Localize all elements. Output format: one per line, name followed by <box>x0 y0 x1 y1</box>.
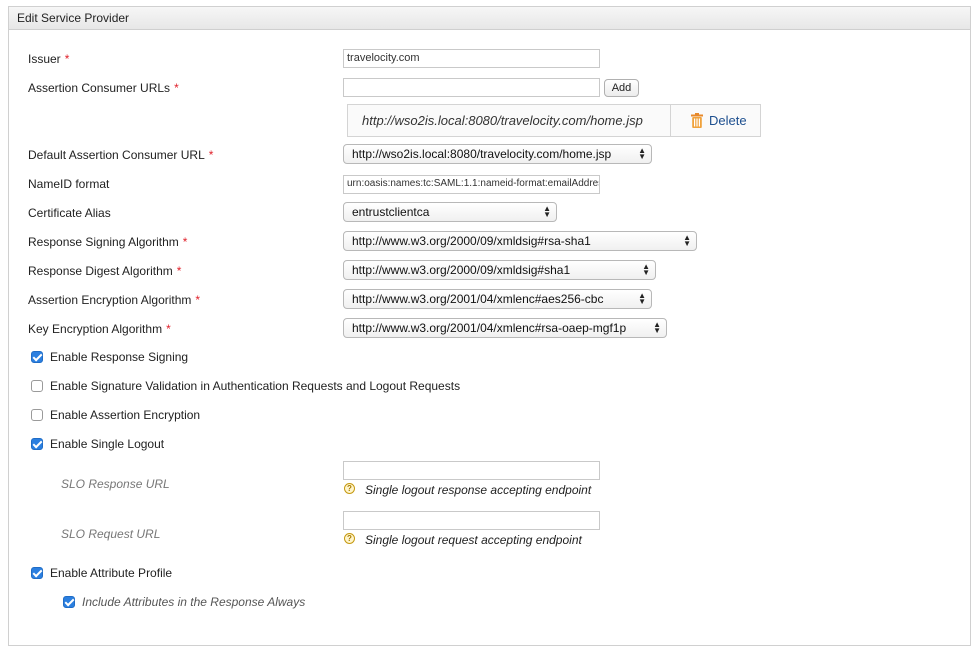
enable-single-logout-label: Enable Single Logout <box>50 437 165 451</box>
acs-urls-label: Assertion Consumer URLs * <box>28 81 179 95</box>
resp-sign-alg-label: Response Signing Algorithm * <box>28 235 188 249</box>
slo-request-url-label: SLO Request URL <box>61 527 161 541</box>
panel-header: Edit Service Provider <box>9 7 970 30</box>
trash-icon <box>691 113 703 128</box>
cert-alias-label: Certificate Alias <box>28 206 111 220</box>
enable-signature-validation-checkbox[interactable] <box>31 380 43 392</box>
slo-response-url-hint: Single logout response accepting endpoin… <box>365 483 592 497</box>
enable-assertion-encryption-checkbox[interactable] <box>31 409 43 421</box>
add-acs-url-button[interactable]: Add <box>604 79 639 97</box>
assert-enc-alg-label: Assertion Encryption Algorithm * <box>28 293 201 307</box>
help-icon: ? <box>344 533 355 544</box>
enable-single-logout-checkbox[interactable] <box>31 438 43 450</box>
slo-response-url-label: SLO Response URL <box>61 477 170 491</box>
enable-response-signing-label: Enable Response Signing <box>50 350 189 364</box>
cert-alias-select[interactable]: entrustclientca ▲ ▼ <box>343 202 557 222</box>
panel-title: Edit Service Provider <box>17 11 130 25</box>
acs-url-table: http://wso2is.local:8080/travelocity.com… <box>347 104 761 137</box>
select-arrows-icon: ▲ ▼ <box>642 262 650 277</box>
select-arrows-icon: ▲ ▼ <box>638 291 646 306</box>
include-attributes-checkbox[interactable] <box>63 596 75 608</box>
delete-label: Delete <box>709 113 747 128</box>
nameid-input[interactable]: urn:oasis:names:tc:SAML:1.1:nameid-forma… <box>343 175 600 194</box>
help-icon: ? <box>344 483 355 494</box>
enable-assertion-encryption-label: Enable Assertion Encryption <box>50 408 201 422</box>
acs-url-input[interactable] <box>343 78 600 97</box>
nameid-label: NameID format <box>28 177 110 191</box>
enable-response-signing-checkbox[interactable] <box>31 351 43 363</box>
select-arrows-icon: ▲ ▼ <box>653 320 661 335</box>
resp-digest-alg-select[interactable]: http://www.w3.org/2000/09/xmldsig#sha1 ▲… <box>343 260 656 280</box>
issuer-input[interactable]: travelocity.com <box>343 49 600 68</box>
default-acs-select[interactable]: http://wso2is.local:8080/travelocity.com… <box>343 144 652 164</box>
default-acs-label: Default Assertion Consumer URL * <box>28 148 214 162</box>
key-enc-alg-label: Key Encryption Algorithm * <box>28 322 171 336</box>
acs-url-entry: http://wso2is.local:8080/travelocity.com… <box>348 105 671 136</box>
resp-digest-alg-label: Response Digest Algorithm * <box>28 264 182 278</box>
slo-response-url-input[interactable] <box>343 461 600 480</box>
select-arrows-icon: ▲ ▼ <box>543 204 551 219</box>
assert-enc-alg-select[interactable]: http://www.w3.org/2001/04/xmlenc#aes256-… <box>343 289 652 309</box>
enable-signature-validation-label: Enable Signature Validation in Authentic… <box>50 379 461 393</box>
key-enc-alg-select[interactable]: http://www.w3.org/2001/04/xmlenc#rsa-oae… <box>343 318 667 338</box>
delete-acs-url-button[interactable]: Delete <box>671 105 760 136</box>
select-arrows-icon: ▲ ▼ <box>683 233 691 248</box>
resp-sign-alg-select[interactable]: http://www.w3.org/2000/09/xmldsig#rsa-sh… <box>343 231 697 251</box>
enable-attribute-profile-label: Enable Attribute Profile <box>50 566 173 580</box>
enable-attribute-profile-checkbox[interactable] <box>31 567 43 579</box>
slo-request-url-input[interactable] <box>343 511 600 530</box>
slo-request-url-hint: Single logout request accepting endpoint <box>365 533 582 547</box>
include-attributes-label: Include Attributes in the Response Alway… <box>82 595 306 609</box>
select-arrows-icon: ▲ ▼ <box>638 146 646 161</box>
issuer-label: Issuer * <box>28 52 70 66</box>
